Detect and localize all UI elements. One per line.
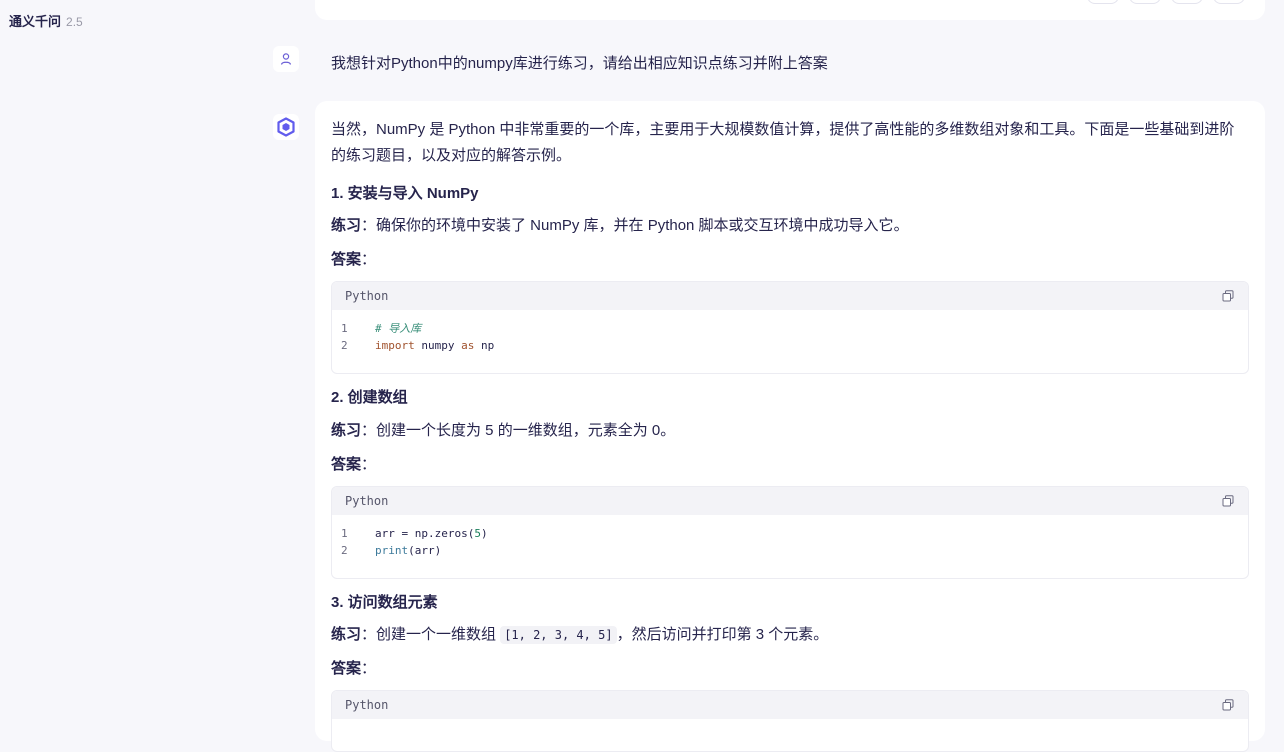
exercise-paragraph: 练习：确保你的环境中安装了 NumPy 库，并在 Python 脚本或交互环境中… xyxy=(331,213,1249,239)
action-button[interactable] xyxy=(1213,0,1245,4)
copy-icon[interactable] xyxy=(1221,698,1235,712)
exercise-text: ：创建一个长度为 5 的一维数组，元素全为 0。 xyxy=(361,422,676,439)
action-button[interactable] xyxy=(1087,0,1119,4)
code-language: Python xyxy=(345,494,389,508)
answer-label: 答案 xyxy=(331,456,362,473)
app-name: 通义千问 xyxy=(9,14,62,29)
answer-label: 答案 xyxy=(331,251,362,268)
answer-colon: ： xyxy=(361,456,377,473)
app-title: 通义千问 2.5 xyxy=(9,11,83,30)
exercise-label: 练习 xyxy=(331,626,362,643)
answer-label: 答案 xyxy=(331,660,362,677)
code-block-header: Python xyxy=(332,487,1248,515)
answer-colon: ： xyxy=(361,660,377,677)
intro-paragraph: 当然，NumPy 是 Python 中非常重要的一个库，主要用于大规模数值计算，… xyxy=(331,121,1235,164)
copy-icon[interactable] xyxy=(1221,289,1235,303)
code-body: 1 # 导入库 2 import numpy as np xyxy=(332,310,1248,366)
assistant-message-card: 当然，NumPy 是 Python 中非常重要的一个库，主要用于大规模数值计算，… xyxy=(315,101,1265,752)
section-heading: 3. 访问数组元素 xyxy=(331,594,438,611)
code-language: Python xyxy=(345,698,389,712)
code-line: 2 import numpy as np xyxy=(341,339,495,352)
user-message-text: 我想针对Python中的numpy库进行练习，请给出相应知识点练习并附上答案 xyxy=(331,55,828,72)
user-avatar xyxy=(273,46,299,72)
exercise-text: ，然后访问并打印第 3 个元素。 xyxy=(616,626,829,643)
exercise-paragraph: 练习：创建一个长度为 5 的一维数组，元素全为 0。 xyxy=(331,418,1249,444)
section-heading: 1. 安装与导入 NumPy xyxy=(331,185,479,202)
answer-paragraph: 答案： xyxy=(331,247,1249,273)
answer-colon: ： xyxy=(361,251,377,268)
code-block: Python xyxy=(331,690,1249,752)
qwen-logo-icon xyxy=(277,117,295,137)
code-language: Python xyxy=(345,289,389,303)
code-block-header: Python xyxy=(332,691,1248,719)
copy-icon[interactable] xyxy=(1221,494,1235,508)
exercise-label: 练习 xyxy=(331,217,362,234)
code-block-header: Python xyxy=(332,282,1248,310)
code-line: 2 print(arr) xyxy=(341,544,442,557)
answer-paragraph: 答案： xyxy=(331,452,1249,478)
answer-paragraph: 答案： xyxy=(331,656,1249,682)
section-heading: 2. 创建数组 xyxy=(331,389,408,406)
assistant-avatar xyxy=(273,114,299,140)
exercise-text: ：创建一个一维数组 xyxy=(361,626,501,643)
code-line: 1 arr = np.zeros(5) xyxy=(341,527,488,540)
inline-code: [1, 2, 3, 4, 5] xyxy=(500,626,617,644)
previous-message-actions xyxy=(1087,0,1245,4)
code-block: Python 1 # 导入库 2 import numpy as np xyxy=(331,281,1249,374)
code-comment: # 导入库 xyxy=(375,322,422,335)
code-block: Python 1 arr = np.zeros(5) 2 print(arr) xyxy=(331,486,1249,579)
action-button[interactable] xyxy=(1129,0,1161,4)
code-line: 1 # 导入库 xyxy=(341,322,422,335)
action-button[interactable] xyxy=(1171,0,1203,4)
exercise-label: 练习 xyxy=(331,422,362,439)
app-version: 2.5 xyxy=(66,15,83,29)
user-icon xyxy=(280,53,292,65)
code-body: 1 arr = np.zeros(5) 2 print(arr) xyxy=(332,515,1248,571)
exercise-text: ：确保你的环境中安装了 NumPy 库，并在 Python 脚本或交互环境中成功… xyxy=(361,217,909,234)
previous-message-card xyxy=(315,0,1265,20)
exercise-paragraph: 练习：创建一个一维数组 [1, 2, 3, 4, 5] ，然后访问并打印第 3 个… xyxy=(331,622,1249,648)
